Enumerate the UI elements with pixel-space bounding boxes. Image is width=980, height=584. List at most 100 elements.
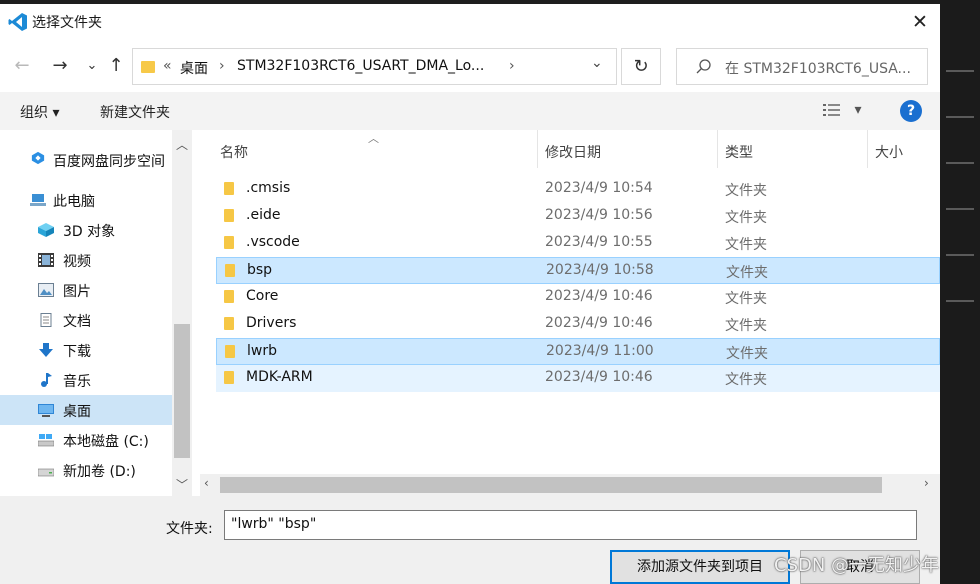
breadcrumb-separator[interactable]: › [219, 58, 225, 74]
sidebar-item-3d-objects[interactable]: 3D 对象 [0, 215, 172, 245]
file-row[interactable]: bsp 2023/4/9 10:58 文件夹 [216, 257, 940, 284]
file-type: 文件夹 [725, 237, 767, 253]
background-editor-strip [940, 0, 980, 584]
file-name: bsp [247, 262, 273, 278]
search-box[interactable]: 在 STM32F103RCT6_USA... [676, 48, 928, 85]
video-icon [38, 253, 54, 267]
file-modified: 2023/4/9 10:46 [545, 315, 653, 331]
sidebar-item-label: 此电脑 [53, 194, 95, 210]
view-options-button[interactable]: ▾ [822, 102, 861, 118]
view-dropdown-arrow[interactable]: ▾ [854, 102, 861, 118]
address-bar[interactable]: « 桌面 › STM32F103RCT6_USART_DMA_Lo... › ⌄ [132, 48, 617, 85]
pictures-icon [38, 283, 54, 297]
file-type: 文件夹 [726, 265, 768, 281]
column-header-label: 名称 [220, 145, 248, 161]
sidebar-item-drive-d[interactable]: 新加卷 (D:) [0, 455, 172, 485]
column-header-label: 类型 [725, 145, 753, 161]
back-button[interactable]: ← [10, 52, 34, 80]
file-list-scrollbar[interactable]: ‹ › [200, 474, 940, 496]
sidebar-item-baidu-sync[interactable]: 百度网盘同步空间 [0, 145, 172, 175]
folder-name-input[interactable]: "lwrb" "bsp" [224, 510, 917, 540]
file-type: 文件夹 [725, 183, 767, 199]
folder-icon [224, 209, 234, 222]
file-row[interactable]: lwrb 2023/4/9 11:00 文件夹 [216, 338, 940, 365]
column-header-name[interactable]: 名称 ︿ [212, 130, 537, 172]
navigation-pane: 百度网盘同步空间 此电脑 3D 对象 视频 图片 文档 下载 音乐 桌面 本地磁… [0, 130, 192, 496]
background-editor-marks [946, 70, 974, 346]
refresh-button[interactable]: ↻ [621, 48, 661, 85]
new-folder-button[interactable]: 新建文件夹 [100, 102, 170, 122]
folder-name-label: 文件夹: [166, 521, 213, 537]
overflow-chevron[interactable]: « [163, 58, 172, 74]
sidebar-item-this-pc[interactable]: 此电脑 [0, 185, 172, 215]
file-name: .cmsis [246, 180, 291, 196]
sidebar-item-pictures[interactable]: 图片 [0, 275, 172, 305]
command-bar: 组织 ▾ 新建文件夹 ▾ ? [0, 92, 940, 130]
column-header-label: 大小 [875, 145, 903, 161]
organize-button[interactable]: 组织 ▾ [20, 102, 59, 122]
file-type: 文件夹 [726, 346, 768, 362]
sidebar-item-desktop[interactable]: 桌面 [0, 395, 172, 425]
up-button[interactable]: ↑ [104, 52, 128, 80]
forward-button[interactable]: → [48, 52, 72, 80]
desktop-icon [38, 404, 54, 417]
column-header-size[interactable]: 大小 [868, 130, 940, 172]
sidebar-item-drive-c[interactable]: 本地磁盘 (C:) [0, 425, 172, 455]
file-name: Drivers [246, 315, 297, 331]
scrollbar-thumb[interactable] [220, 477, 882, 493]
breadcrumb-project[interactable]: STM32F103RCT6_USART_DMA_Lo... [237, 58, 484, 74]
vscode-icon [8, 13, 27, 31]
folder-icon [224, 236, 234, 249]
sidebar-item-label: 百度网盘同步空间 [53, 154, 165, 170]
select-folder-dialog: 选择文件夹 ✕ ← → ⌄ ↑ « 桌面 › STM32F103RCT6_USA… [0, 4, 940, 584]
sidebar-item-videos[interactable]: 视频 [0, 245, 172, 275]
file-row[interactable]: Drivers 2023/4/9 10:46 文件夹 [216, 311, 940, 338]
close-button[interactable]: ✕ [900, 9, 940, 35]
file-name: Core [246, 288, 279, 304]
help-button[interactable]: ? [900, 100, 922, 122]
documents-icon [40, 313, 52, 327]
sidebar-item-label: 音乐 [63, 374, 91, 390]
scroll-up-arrow[interactable]: ︿ [172, 136, 192, 153]
drive-d-icon [38, 468, 54, 477]
sort-ascending-icon: ︿ [368, 132, 379, 145]
file-list: 名称 ︿ 修改日期 类型 大小 .cmsis 2023/4/9 10:54 文件… [192, 130, 940, 476]
column-header-type[interactable]: 类型 [718, 130, 866, 172]
sidebar-item-documents[interactable]: 文档 [0, 305, 172, 335]
address-dropdown-button[interactable]: ⌄ [591, 55, 603, 71]
baidu-sync-icon [31, 151, 45, 165]
breadcrumb-desktop[interactable]: 桌面 [180, 58, 208, 78]
sidebar-item-label: 本地磁盘 (C:) [63, 434, 149, 450]
file-modified: 2023/4/9 10:46 [545, 369, 653, 385]
column-header-label: 修改日期 [545, 145, 601, 161]
folder-icon [141, 61, 155, 73]
file-modified: 2023/4/9 10:46 [545, 288, 653, 304]
add-source-folder-button[interactable]: 添加源文件夹到项目 [610, 550, 790, 584]
file-row[interactable]: .vscode 2023/4/9 10:55 文件夹 [216, 230, 940, 257]
file-modified: 2023/4/9 10:55 [545, 234, 653, 250]
sidebar-item-downloads[interactable]: 下载 [0, 335, 172, 365]
file-modified: 2023/4/9 10:54 [545, 180, 653, 196]
scroll-down-arrow[interactable]: ﹀ [172, 476, 192, 493]
scrollbar-thumb[interactable] [174, 324, 190, 458]
navigation-scrollbar[interactable]: ︿ ﹀ [172, 130, 192, 496]
file-modified: 2023/4/9 11:00 [546, 343, 654, 359]
recent-locations-button[interactable]: ⌄ [80, 52, 104, 80]
folder-icon [224, 371, 234, 384]
search-input[interactable]: 在 STM32F103RCT6_USA... [725, 58, 911, 78]
file-row[interactable]: .eide 2023/4/9 10:56 文件夹 [216, 203, 940, 230]
scroll-left-arrow[interactable]: ‹ [204, 476, 209, 490]
file-row[interactable]: MDK-ARM 2023/4/9 10:46 文件夹 [216, 365, 940, 392]
breadcrumb-separator[interactable]: › [509, 58, 515, 74]
scroll-right-arrow[interactable]: › [924, 476, 929, 490]
column-header-modified[interactable]: 修改日期 [538, 130, 716, 172]
folder-icon [224, 182, 234, 195]
file-name: .vscode [246, 234, 300, 250]
file-modified: 2023/4/9 10:56 [545, 207, 653, 223]
file-row[interactable]: Core 2023/4/9 10:46 文件夹 [216, 284, 940, 311]
file-row[interactable]: .cmsis 2023/4/9 10:54 文件夹 [216, 176, 940, 203]
file-type: 文件夹 [725, 210, 767, 226]
drive-c-icon [38, 434, 54, 447]
folder-icon [225, 345, 235, 358]
sidebar-item-music[interactable]: 音乐 [0, 365, 172, 395]
